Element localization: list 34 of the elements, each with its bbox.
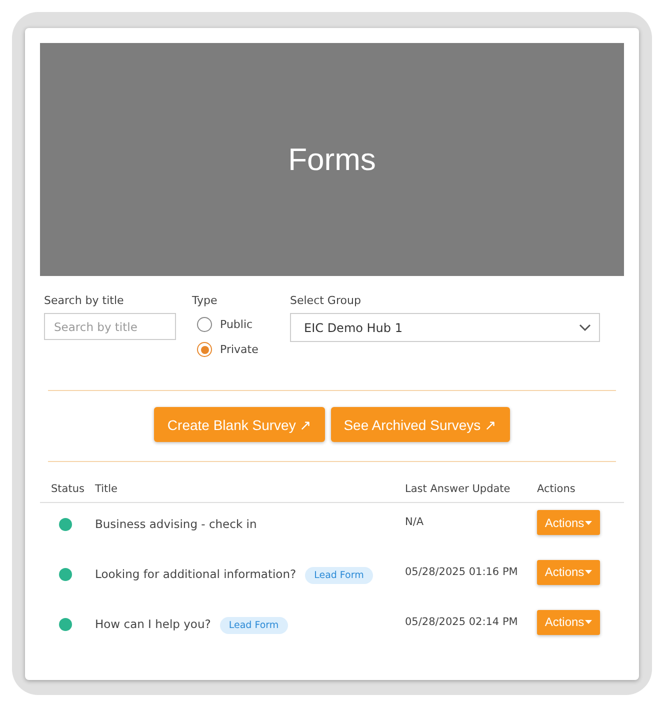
status-dot (59, 568, 72, 580)
caret-icon (585, 570, 592, 574)
search-field[interactable]: Search by title (44, 313, 176, 340)
form-title: How can I help you? (95, 616, 211, 630)
survey-button[interactable]: See Archived Surveys ↗ (330, 407, 510, 442)
search-label: Search by title (44, 294, 125, 307)
status-dot (59, 618, 72, 630)
column-header: Actions (537, 476, 624, 502)
last-update: 05/28/2025 02:14 PM (405, 616, 518, 628)
actions-button[interactable]: Actions (537, 560, 600, 584)
caret-icon (585, 620, 592, 624)
column-header: Title (95, 476, 405, 502)
form-title: Business advising - check in (95, 517, 257, 531)
column-header: Status (40, 476, 95, 502)
chevron-down-icon (579, 324, 591, 332)
actions-button[interactable]: Actions (537, 610, 600, 634)
type-label: Type (192, 294, 218, 307)
lead-form-tag: Lead Form (305, 566, 373, 584)
radio-label: Private (220, 343, 258, 356)
lead-form-tag: Lead Form (220, 616, 288, 634)
actions-button[interactable]: Actions (537, 510, 600, 535)
group-label: Select Group (290, 294, 362, 307)
caret-icon (585, 520, 592, 524)
survey-button[interactable]: Create Blank Survey ↗ (154, 407, 325, 442)
group-select[interactable]: EIC Demo Hub 1 (290, 313, 600, 342)
last-update: 05/28/2025 01:16 PM (405, 566, 518, 578)
radio-label: Public (220, 318, 253, 331)
radio-button[interactable] (197, 317, 212, 332)
radio-button[interactable] (197, 342, 212, 357)
column-header: Last Answer Update (405, 476, 537, 502)
last-update: N/A (405, 516, 424, 528)
status-dot (59, 518, 72, 531)
form-title: Looking for additional information? (95, 566, 296, 580)
page-title: Forms (288, 142, 376, 178)
